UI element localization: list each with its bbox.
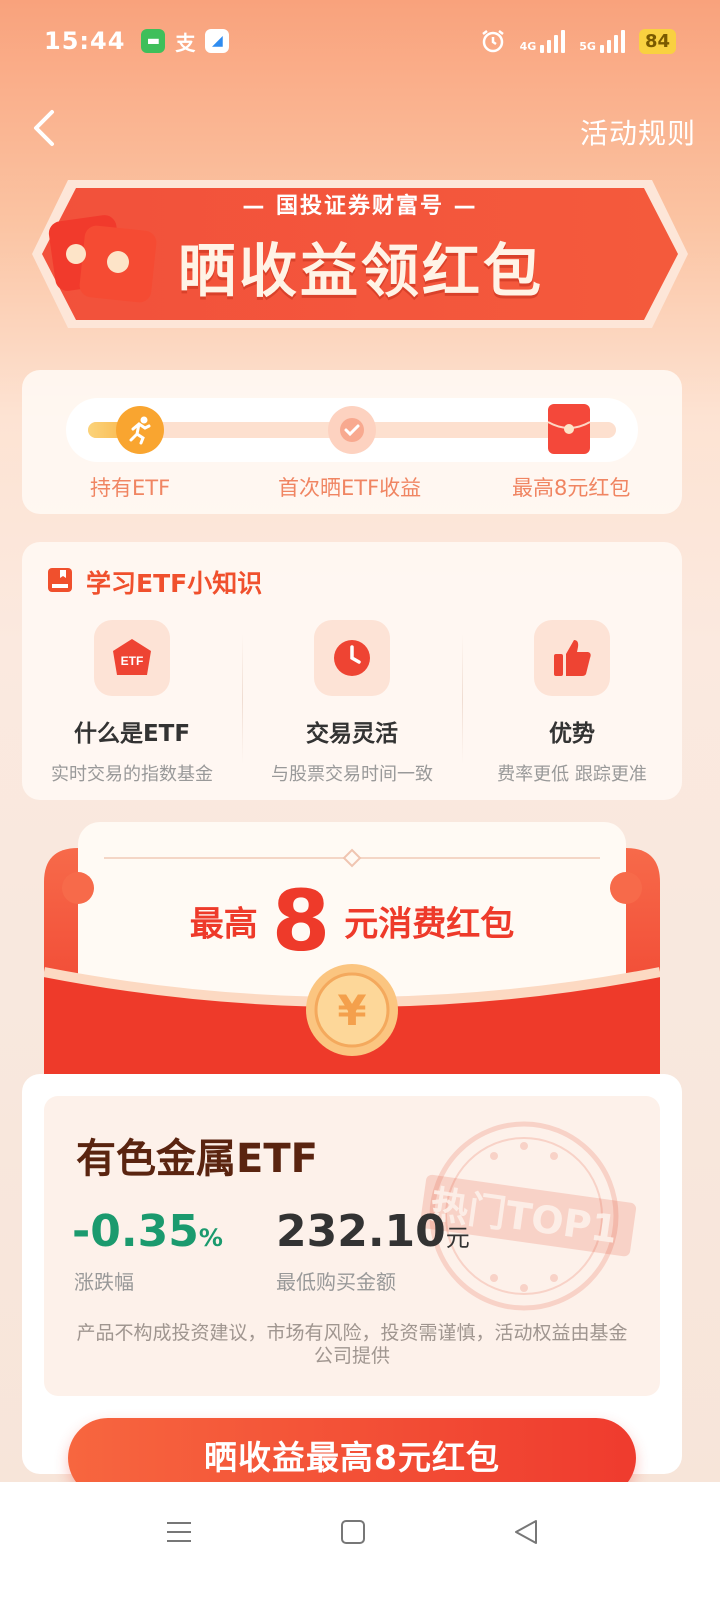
thumbs-up-icon (534, 620, 610, 696)
system-nav-bar (0, 1482, 720, 1604)
risk-disclaimer: 产品不构成投资建议，市场有风险，投资需谨慎，活动权益由基金公司提供 (76, 1322, 628, 1367)
running-icon (116, 406, 164, 454)
feature-what-is-etf[interactable]: ETF 什么是ETF 实时交易的指数基金 (22, 620, 242, 786)
menu-button[interactable] (157, 1510, 201, 1554)
home-square-icon (341, 1520, 365, 1544)
clock-icon (314, 620, 390, 696)
status-indicators: 4G 5G 84 (480, 28, 676, 54)
signal-icon (599, 29, 625, 53)
product-name: 有色金属ETF (76, 1136, 318, 1182)
back-nav-button[interactable] (504, 1510, 548, 1554)
red-packet-amount: 8 (271, 872, 331, 970)
etf-badge-text: ETF (121, 654, 144, 668)
yuan-coin-icon: ¥ (337, 986, 366, 1035)
signal-icon (540, 29, 566, 53)
status-app-icons: ▬ 支 ◢ (141, 29, 230, 55)
red-packet-text: 最高 8 元消费红包 (44, 872, 660, 970)
network-type-1: 4G (519, 40, 537, 53)
learn-title: 学习ETF小知识 (86, 569, 263, 598)
battery-indicator: 84 (638, 28, 676, 54)
min-amount-value: 232.10 (276, 1206, 446, 1257)
back-triangle-icon (515, 1520, 537, 1544)
status-bar: 15:44 ▬ 支 ◢ 4G 5G 84 (0, 0, 720, 82)
red-packet-prefix: 最高 (189, 904, 258, 945)
step-label-1: 持有ETF (90, 476, 171, 500)
alipay-app-icon: 支 (175, 30, 196, 55)
network-type-2: 5G (579, 40, 596, 53)
feature-name: 优势 (549, 721, 595, 747)
red-packet-suffix: 元消费红包 (344, 904, 515, 945)
red-packet-icon (548, 404, 590, 454)
etf-icon: ETF (94, 620, 170, 696)
product-card[interactable]: 热门TOP1 有色金属ETF -0.35% 涨跌幅 232.10元 最低购买金额… (22, 1074, 682, 1474)
change-unit: % (198, 1224, 223, 1252)
status-time: 15:44 (44, 27, 126, 55)
banner-title: 晒收益领红包 (178, 237, 545, 305)
min-amount-label: 最低购买金额 (276, 1270, 396, 1294)
feature-flexible-trading[interactable]: 交易灵活 与股票交易时间一致 (242, 620, 462, 786)
progress-card: 持有ETF 首次晒ETF收益 最高8元红包 (22, 370, 682, 514)
chevron-left-icon (34, 110, 54, 146)
feature-name: 什么是ETF (73, 721, 191, 747)
change-percent: -0.35% (72, 1206, 223, 1257)
min-amount-unit: 元 (445, 1224, 470, 1252)
home-button[interactable] (331, 1510, 375, 1554)
feature-desc: 与股票交易时间一致 (271, 764, 433, 785)
alarm-icon (481, 30, 504, 53)
progress-track (66, 398, 638, 462)
red-packet-reward: ¥ 最高 8 元消费红包 (43, 822, 661, 1078)
banner-subtitle: — 国投证券财富号 — (242, 194, 478, 219)
step-label-3: 最高8元红包 (512, 476, 631, 500)
feature-name: 交易灵活 (306, 721, 398, 747)
message-app-icon: ▬ (141, 29, 166, 53)
menu-icon (167, 1522, 191, 1542)
back-button[interactable] (26, 108, 66, 148)
step-label-2: 首次晒ETF收益 (278, 476, 422, 500)
book-icon (48, 568, 72, 592)
change-label: 涨跌幅 (74, 1270, 134, 1294)
learn-etf-card: 学习ETF小知识 ETF 什么是ETF 实时交易的指数基金 交易灵活 与股票交易… (22, 542, 682, 800)
hero-banner: — 国投证券财富号 — 晒收益领红包 (28, 168, 692, 338)
rules-link[interactable]: 活动规则 (580, 112, 696, 152)
product-inner: 热门TOP1 有色金属ETF -0.35% 涨跌幅 232.10元 最低购买金额… (44, 1096, 660, 1396)
feature-advantages[interactable]: 优势 费率更低 跟踪更准 (462, 620, 682, 786)
check-icon (328, 406, 376, 454)
feature-desc: 费率更低 跟踪更准 (497, 764, 647, 785)
change-value: -0.35 (72, 1206, 199, 1257)
blue-app-icon: ◢ (205, 29, 230, 53)
feature-desc: 实时交易的指数基金 (51, 764, 213, 785)
min-amount: 232.10元 (276, 1206, 470, 1257)
